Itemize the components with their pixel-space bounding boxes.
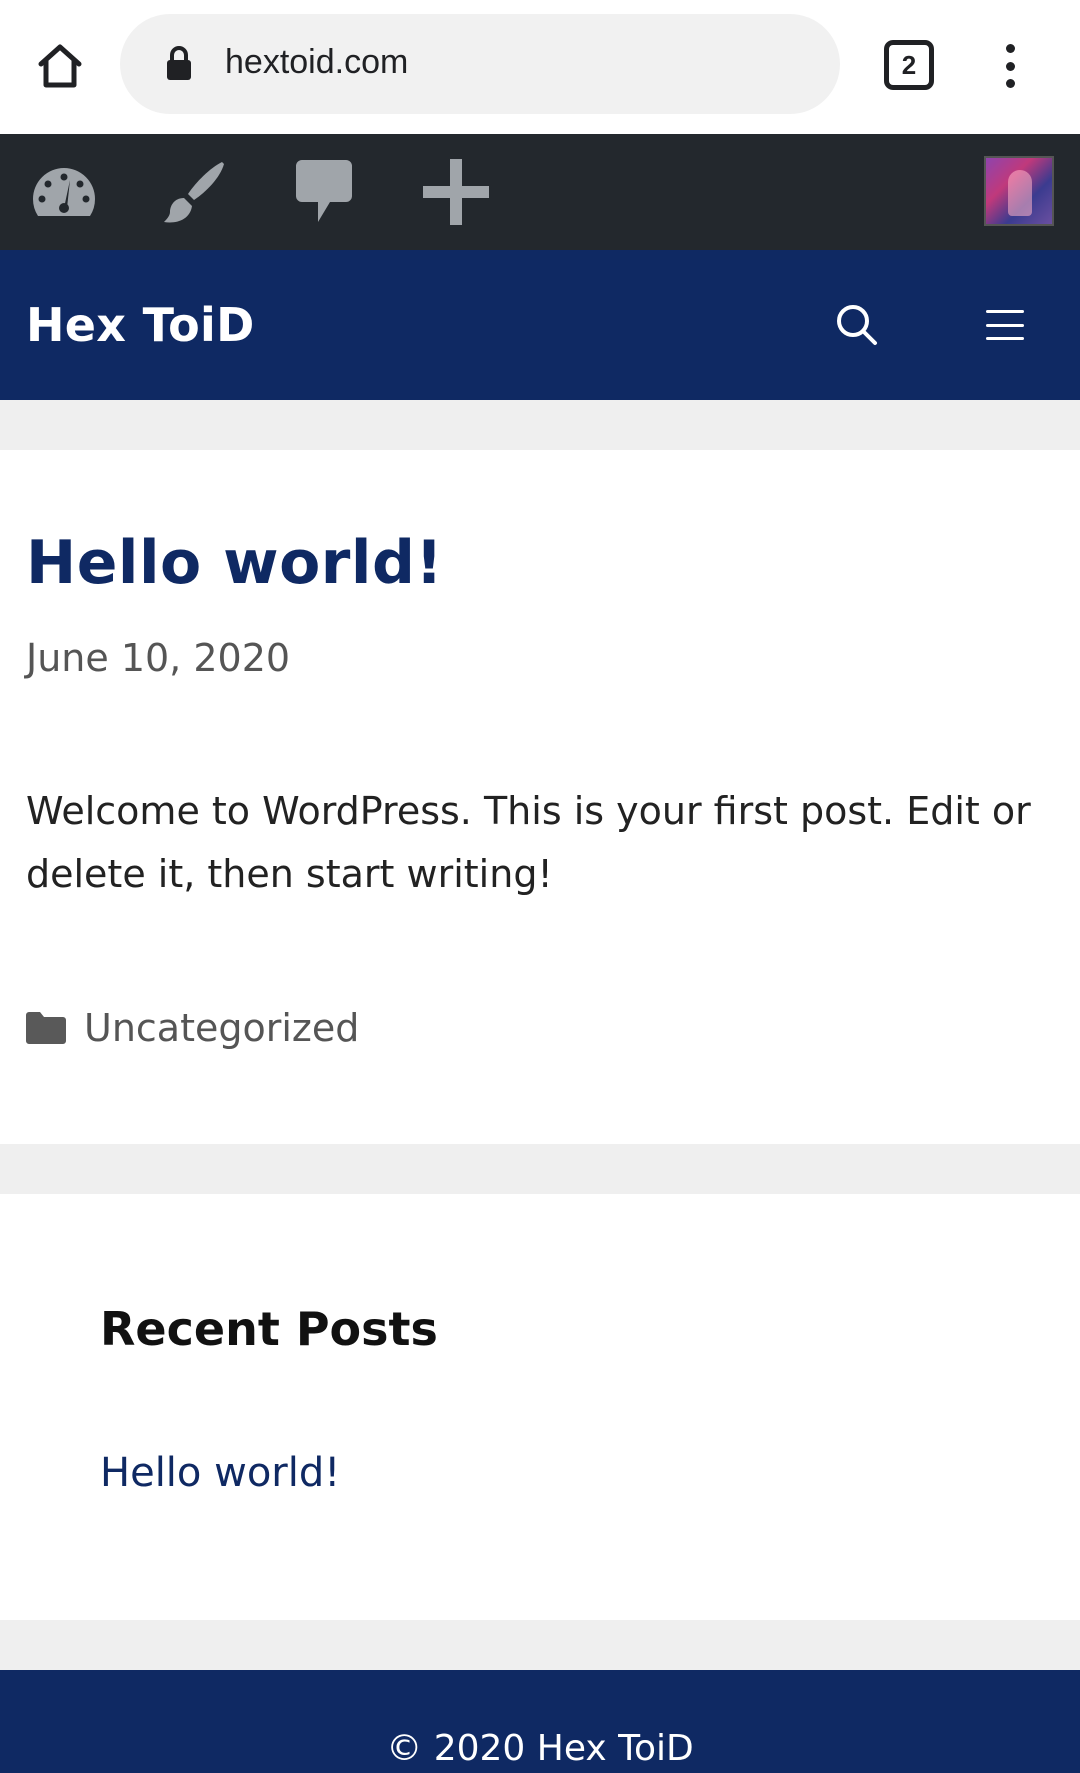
hamburger-line-icon — [986, 310, 1024, 313]
user-avatar[interactable] — [984, 156, 1054, 226]
lock-icon — [167, 46, 191, 80]
tab-switcher-button[interactable]: 2 — [884, 40, 934, 90]
post-article: Hello world! June 10, 2020 Welcome to Wo… — [0, 450, 1080, 1144]
copyright-text: © 2020 Hex ToiD — [386, 1728, 694, 1769]
category-link[interactable]: Uncategorized — [84, 1006, 359, 1050]
admin-new-content-button[interactable] — [420, 156, 492, 228]
menu-dot-icon — [1005, 44, 1015, 53]
post-date[interactable]: June 10, 2020 — [26, 636, 290, 680]
customize-brush-icon — [164, 162, 224, 223]
post-content: Welcome to WordPress. This is your first… — [26, 789, 1031, 896]
menu-dot-icon — [1005, 61, 1015, 71]
site-header: Hex ToiD — [0, 250, 1080, 400]
admin-customize-button[interactable] — [158, 156, 230, 228]
post-category: Uncategorized — [24, 1006, 359, 1050]
browser-toolbar: hextoid.com 2 — [0, 0, 1080, 134]
dashboard-icon — [32, 168, 96, 216]
site-footer: © 2020 Hex ToiD — [0, 1670, 1080, 1773]
post-title[interactable]: Hello world! — [26, 528, 443, 598]
tab-count: 2 — [901, 49, 917, 80]
hamburger-line-icon — [986, 337, 1024, 340]
new-content-plus-icon — [423, 159, 489, 225]
widget-title: Recent Posts — [100, 1302, 438, 1356]
recent-post-link[interactable]: Hello world! — [100, 1450, 340, 1496]
wp-admin-bar — [0, 134, 1080, 250]
search-icon — [837, 305, 877, 345]
search-button[interactable] — [832, 300, 882, 350]
browser-menu-button[interactable] — [992, 36, 1028, 96]
url-text: hextoid.com — [225, 43, 409, 81]
home-icon — [38, 44, 82, 88]
folder-icon — [26, 1012, 66, 1044]
address-bar[interactable]: hextoid.com — [120, 14, 840, 114]
admin-dashboard-button[interactable] — [28, 156, 100, 228]
hamburger-menu-button[interactable] — [980, 302, 1030, 348]
recent-posts-widget: Recent Posts Hello world! — [0, 1194, 1080, 1620]
home-button[interactable] — [30, 36, 90, 96]
comments-icon — [296, 160, 352, 222]
site-title[interactable]: Hex ToiD — [26, 298, 255, 352]
menu-dot-icon — [1005, 79, 1015, 88]
admin-comments-button[interactable] — [288, 156, 360, 228]
hamburger-line-icon — [986, 323, 1024, 327]
